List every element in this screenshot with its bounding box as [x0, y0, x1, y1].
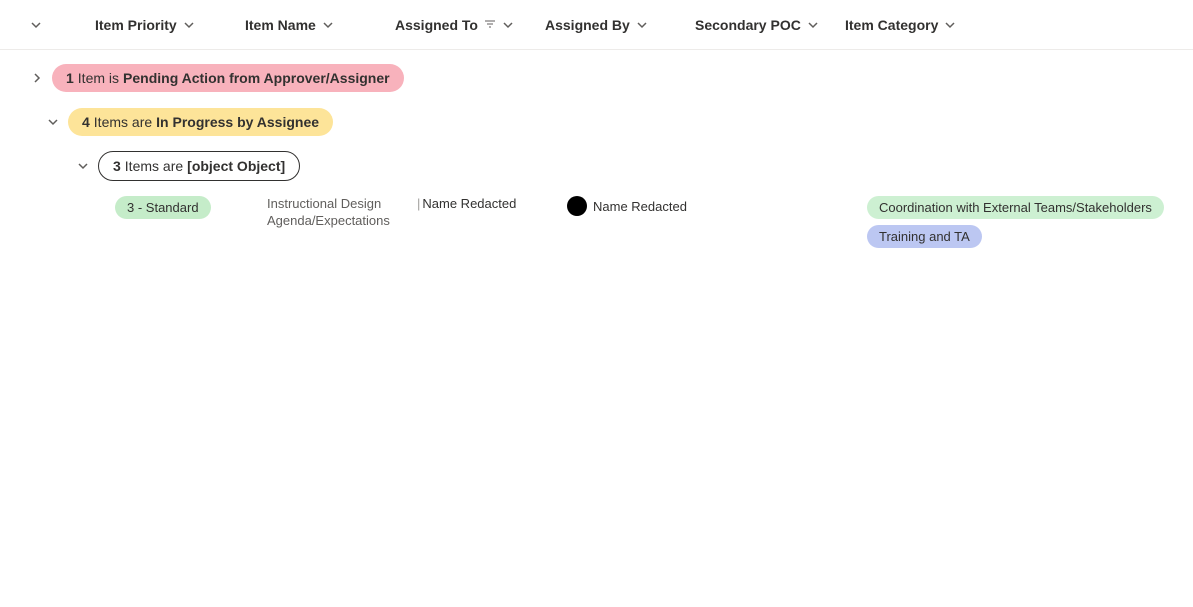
expand-all-toggle[interactable]: [30, 19, 95, 31]
group-toggle-subgroup[interactable]: [68, 160, 98, 172]
column-header-secondary-poc[interactable]: Secondary POC: [695, 17, 845, 33]
group-count: 3: [113, 158, 121, 174]
chevron-down-icon: [322, 19, 334, 31]
assigned-by-name: Name Redacted: [593, 199, 687, 214]
chevron-down-icon: [502, 19, 514, 31]
column-label: Assigned By: [545, 17, 630, 33]
group-row-pending: 1 Item is Pending Action from Approver/A…: [0, 56, 1193, 100]
filter-icon: [484, 17, 496, 33]
column-label: Assigned To: [395, 17, 478, 33]
column-label: Item Category: [845, 17, 938, 33]
column-label: Secondary POC: [695, 17, 801, 33]
column-header-assigned-by[interactable]: Assigned By: [545, 17, 695, 33]
group-status: In Progress by Assignee: [156, 114, 319, 130]
group-pill-in-progress[interactable]: 4 Items are In Progress by Assignee: [68, 108, 333, 136]
group-count: 4: [82, 114, 90, 130]
cell-assigned-to: | Name Redacted: [417, 196, 567, 211]
group-label: Item is: [78, 70, 119, 86]
category-badge: Coordination with External Teams/Stakeho…: [867, 196, 1164, 219]
chevron-down-icon: [30, 19, 42, 31]
group-status: [object Object]: [187, 158, 285, 174]
chevron-down-icon: [183, 19, 195, 31]
table-row[interactable]: 3 - Standard Instructional Design Agenda…: [0, 188, 1193, 256]
group-status: Pending Action from Approver/Assigner: [123, 70, 390, 86]
column-header-priority[interactable]: Item Priority: [95, 17, 245, 33]
group-toggle-in-progress[interactable]: [38, 116, 68, 128]
avatar: [567, 196, 587, 216]
cell-item-name: Instructional Design Agenda/Expectations: [267, 196, 417, 230]
column-label: Item Name: [245, 17, 316, 33]
column-header-row: Item Priority Item Name Assigned To Assi…: [0, 0, 1193, 50]
column-header-category[interactable]: Item Category: [845, 17, 995, 33]
group-row-in-progress: 4 Items are In Progress by Assignee: [0, 100, 1193, 144]
chevron-down-icon: [944, 19, 956, 31]
cell-priority: 3 - Standard: [0, 196, 267, 219]
column-label: Item Priority: [95, 17, 177, 33]
group-label: Items are: [125, 158, 183, 174]
group-pill-pending[interactable]: 1 Item is Pending Action from Approver/A…: [52, 64, 404, 92]
cell-category: Coordination with External Teams/Stakeho…: [867, 196, 1193, 248]
group-row-subgroup: 3 Items are [object Object]: [0, 144, 1193, 188]
cell-assigned-by: Name Redacted: [567, 196, 717, 216]
group-toggle-pending[interactable]: [22, 72, 52, 84]
assigned-to-name: Name Redacted: [422, 196, 516, 211]
pipe-icon: |: [417, 196, 420, 211]
group-pill-subgroup[interactable]: 3 Items are [object Object]: [98, 151, 300, 181]
chevron-down-icon: [636, 19, 648, 31]
column-header-name[interactable]: Item Name: [245, 17, 395, 33]
column-header-assigned-to[interactable]: Assigned To: [395, 17, 545, 33]
priority-badge: 3 - Standard: [115, 196, 211, 219]
group-label: Items are: [94, 114, 152, 130]
category-badge: Training and TA: [867, 225, 982, 248]
chevron-down-icon: [807, 19, 819, 31]
group-count: 1: [66, 70, 74, 86]
